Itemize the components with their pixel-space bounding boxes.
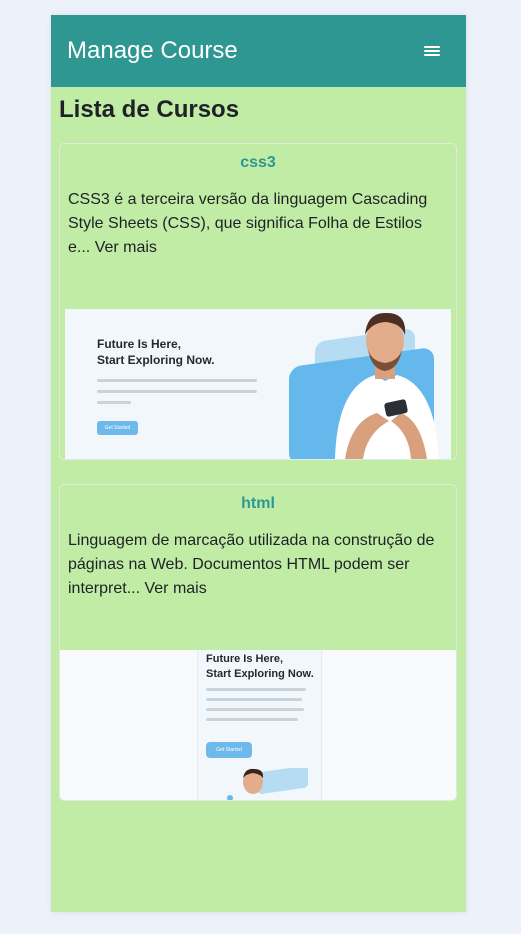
- mobile-preview: Future Is Here, Start Exploring Now. Get…: [197, 650, 322, 800]
- person-illustration: [227, 768, 308, 800]
- banner-text-lines: [97, 379, 257, 412]
- course-image: Future Is Here, Start Exploring Now. Get…: [65, 309, 451, 459]
- page-title: Lista de Cursos: [59, 96, 240, 123]
- navbar-brand[interactable]: Manage Course: [67, 37, 238, 65]
- course-description-text: Linguagem de marcação utilizada na const…: [68, 532, 435, 597]
- course-image: Future Is Here, Start Exploring Now. Get…: [60, 650, 456, 800]
- navbar: Manage Course: [51, 15, 466, 87]
- course-card-css3: css3 CSS3 é a terceira versão da linguag…: [59, 143, 457, 460]
- course-title: html: [241, 495, 275, 512]
- course-description: CSS3 é a terceira versão da linguagem Ca…: [60, 182, 456, 309]
- course-description: Linguagem de marcação utilizada na const…: [60, 523, 456, 650]
- banner-get-started-button: Get Started: [206, 742, 252, 758]
- ver-mais-link[interactable]: Ver mais: [144, 580, 206, 597]
- person-with-phone-illustration: [335, 312, 439, 459]
- banner-headline: Future Is Here, Start Exploring Now.: [206, 653, 314, 680]
- hamburger-menu-icon[interactable]: [424, 44, 440, 58]
- banner-headline: Future Is Here, Start Exploring Now.: [97, 337, 215, 367]
- ver-mais-link[interactable]: Ver mais: [95, 239, 157, 256]
- menu-bar: [424, 54, 440, 56]
- course-title: css3: [240, 154, 276, 171]
- course-card-html: html Linguagem de marcação utilizada na …: [59, 484, 457, 801]
- banner-text-lines: [206, 688, 306, 728]
- app-container: Manage Course Lista de Cursos css3 CSS3 …: [51, 15, 466, 912]
- menu-bar: [424, 46, 440, 48]
- banner-get-started-button: Get Started: [97, 421, 138, 435]
- menu-bar: [424, 50, 440, 52]
